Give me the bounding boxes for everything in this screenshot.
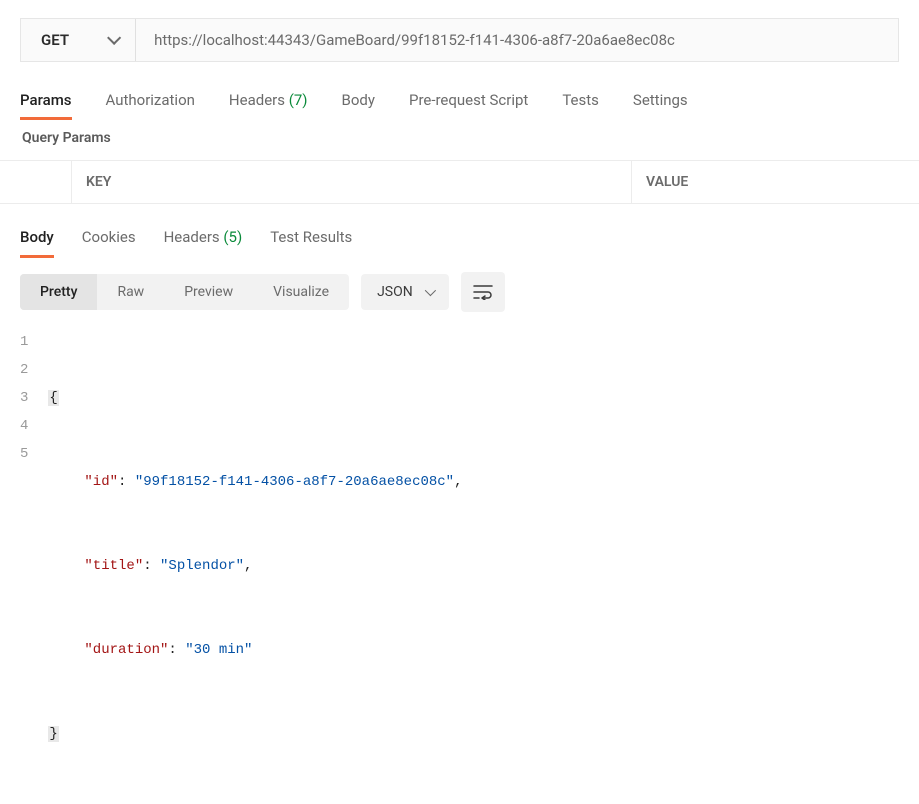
response-tab-headers-label: Headers xyxy=(164,228,220,246)
chevron-down-icon xyxy=(424,285,435,296)
request-url-text: https://localhost:44343/GameBoard/99f181… xyxy=(154,31,675,49)
comma: , xyxy=(454,474,462,490)
response-format-label: JSON xyxy=(377,284,413,300)
query-params-title: Query Params xyxy=(0,120,919,160)
response-tab-headers-count: (5) xyxy=(223,228,242,246)
response-body-code[interactable]: 1 2 3 4 5 { "id": "99f18152-f141-4306-a8… xyxy=(0,324,919,804)
colon: : xyxy=(118,474,135,490)
response-view-toolbar: Pretty Raw Preview Visualize JSON xyxy=(0,256,919,324)
tab-params[interactable]: Params xyxy=(20,83,72,117)
column-key-header: KEY xyxy=(72,161,632,203)
response-tab-body[interactable]: Body xyxy=(20,222,54,256)
line-number: 3 xyxy=(20,384,28,412)
tab-authorization[interactable]: Authorization xyxy=(106,83,195,117)
response-tab-testresults[interactable]: Test Results xyxy=(270,222,352,256)
chevron-down-icon xyxy=(107,31,121,45)
line-gutter: 1 2 3 4 5 xyxy=(20,328,48,804)
tab-prerequest[interactable]: Pre-request Script xyxy=(409,83,528,117)
colon: : xyxy=(143,558,160,574)
wrap-lines-icon xyxy=(473,284,493,300)
json-key: "id" xyxy=(84,474,118,490)
json-string: "Splendor" xyxy=(160,558,244,574)
line-number: 5 xyxy=(20,440,28,468)
response-format-select[interactable]: JSON xyxy=(361,274,449,310)
column-checkbox xyxy=(0,161,72,203)
tab-body[interactable]: Body xyxy=(342,83,375,117)
column-key-label: KEY xyxy=(86,174,111,190)
column-value-header: VALUE xyxy=(632,161,919,203)
request-url-input[interactable]: https://localhost:44343/GameBoard/99f181… xyxy=(136,19,898,61)
response-tab-headers[interactable]: Headers (5) xyxy=(164,222,243,256)
line-number: 4 xyxy=(20,412,28,440)
line-number: 2 xyxy=(20,356,28,384)
view-mode-preview[interactable]: Preview xyxy=(164,274,253,310)
tab-tests[interactable]: Tests xyxy=(562,83,599,117)
tab-settings[interactable]: Settings xyxy=(633,83,688,117)
request-bar: GET https://localhost:44343/GameBoard/99… xyxy=(20,18,899,62)
colon: : xyxy=(168,642,185,658)
json-key: "duration" xyxy=(84,642,168,658)
response-tabs: Body Cookies Headers (5) Test Results xyxy=(0,204,919,256)
json-string: "30 min" xyxy=(185,642,252,658)
wrap-lines-button[interactable] xyxy=(461,272,505,312)
json-key: "title" xyxy=(84,558,143,574)
line-number: 1 xyxy=(20,328,28,356)
tab-headers[interactable]: Headers (7) xyxy=(229,83,308,117)
comma: , xyxy=(244,558,252,574)
tab-headers-count: (7) xyxy=(289,91,308,109)
query-params-header: KEY VALUE xyxy=(0,160,919,204)
brace-close: } xyxy=(48,726,58,742)
column-value-label: VALUE xyxy=(646,174,688,190)
tab-headers-label: Headers xyxy=(229,91,285,109)
response-tab-cookies[interactable]: Cookies xyxy=(82,222,136,256)
request-tabs: Params Authorization Headers (7) Body Pr… xyxy=(0,80,919,120)
http-method-select[interactable]: GET xyxy=(21,19,136,61)
view-mode-visualize[interactable]: Visualize xyxy=(253,274,349,310)
json-string: "99f18152-f141-4306-a8f7-20a6ae8ec08c" xyxy=(135,474,454,490)
view-mode-group: Pretty Raw Preview Visualize xyxy=(20,274,349,310)
view-mode-pretty[interactable]: Pretty xyxy=(20,274,97,310)
code-content: { "id": "99f18152-f141-4306-a8f7-20a6ae8… xyxy=(48,328,462,804)
view-mode-raw[interactable]: Raw xyxy=(97,274,164,310)
http-method-label: GET xyxy=(41,31,69,49)
brace-open: { xyxy=(48,390,58,406)
